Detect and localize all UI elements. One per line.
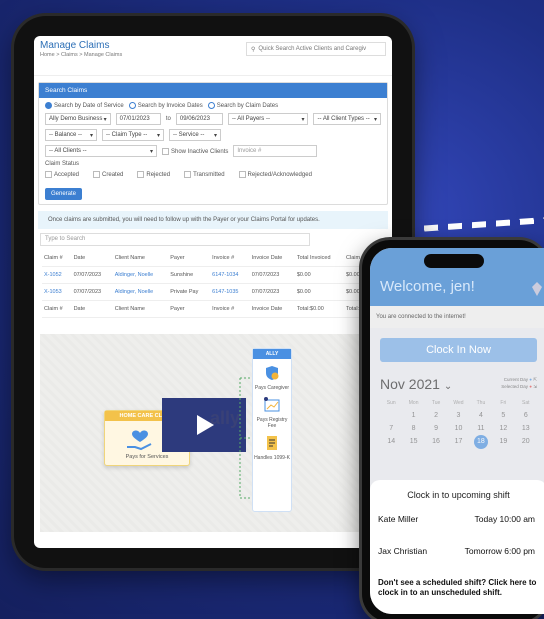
claim-status-label: Claim Status xyxy=(45,161,80,168)
chart-icon xyxy=(264,397,280,412)
video-player[interactable]: HOME CARE CLIENT Pays for Services ally … xyxy=(40,334,388,532)
calendar-day[interactable]: 14 xyxy=(380,438,402,449)
page-title: Manage Claims xyxy=(40,40,110,51)
calendar-day[interactable]: 10 xyxy=(447,425,469,432)
calendar: Nov 2021 ⌄ Current Day ● ⇱ Selected Day … xyxy=(370,372,544,453)
calendar-day[interactable] xyxy=(380,412,402,419)
generate-button[interactable]: Generate xyxy=(45,188,83,201)
calendar-day[interactable]: 8 xyxy=(402,425,424,432)
status-rejected[interactable]: Rejected xyxy=(137,171,170,178)
chevron-down-icon: ▾ xyxy=(373,116,377,123)
chevron-down-icon: ▾ xyxy=(149,148,153,155)
heart-hand-icon xyxy=(127,430,152,451)
upcoming-shift-sheet: Clock in to upcoming shift Kate Miller To… xyxy=(370,480,544,614)
shield-icon xyxy=(266,366,279,380)
balance-select[interactable]: -- Balance -- ▾ xyxy=(45,129,97,142)
calendar-day-selected[interactable]: 18 xyxy=(470,435,492,449)
table-footer-row: Claim # Date Client Name Payer Invoice # Inv… xyxy=(42,300,382,319)
status-transmitted[interactable]: Transmitted xyxy=(184,171,225,178)
ally-watermark: ally xyxy=(210,408,241,428)
chevron-down-icon: ▾ xyxy=(301,116,305,123)
calendar-day[interactable]: 20 xyxy=(515,438,537,449)
status-created[interactable]: Created xyxy=(93,171,123,178)
payers-select[interactable]: -- All Payers -- ▾ xyxy=(227,113,309,126)
unscheduled-shift-link[interactable]: Don't see a scheduled shift? Click here … xyxy=(378,578,539,599)
chevron-down-icon: ▾ xyxy=(89,132,93,139)
calendar-day[interactable]: 13 xyxy=(515,425,537,432)
app-logo-icon xyxy=(532,282,542,296)
calendar-day[interactable]: 5 xyxy=(492,412,514,419)
radio-invoice-dates[interactable]: Search by Invoice Dates xyxy=(128,102,203,109)
ally-item-caregiver: Pays Caregiver xyxy=(253,365,291,391)
clock-in-button[interactable]: Clock In Now xyxy=(380,338,537,362)
phone-screen: Welcome, jen! You are connected to the i… xyxy=(370,248,544,614)
search-icon: ⚲ xyxy=(251,46,256,53)
claim-type-select[interactable]: -- Claim Type -- ▾ xyxy=(102,129,164,142)
chevron-down-icon: ⌄ xyxy=(443,381,453,392)
radio-date-of-service[interactable]: Search by Date of Service xyxy=(45,102,124,109)
date-from-input[interactable]: 07/01/2023 xyxy=(115,113,161,126)
business-select[interactable]: Ally Demo Business ▾ xyxy=(45,113,111,126)
calendar-day[interactable]: 1 xyxy=(402,412,424,419)
calendar-day[interactable]: 6 xyxy=(515,412,537,419)
month-select[interactable]: Nov 2021 ⌄ xyxy=(380,376,452,392)
service-select[interactable]: -- Service -- ▾ xyxy=(169,129,221,142)
panel-title: Search Claims xyxy=(39,83,387,98)
chevron-down-icon: ▾ xyxy=(103,116,107,123)
search-claims-panel: Search Claims Search by Date of Service … xyxy=(38,82,388,206)
chevron-down-icon: ▾ xyxy=(213,132,217,139)
sheet-title: Clock in to upcoming shift xyxy=(407,490,510,500)
client-types-select[interactable]: -- All Client Types -- ▾ xyxy=(313,113,381,126)
phone-device: Welcome, jen! You are connected to the i… xyxy=(362,240,544,619)
notice-banner: Once claims are submitted, you will need… xyxy=(38,211,388,230)
ally-item-1099: Handles 1099-K xyxy=(253,435,291,461)
calendar-day[interactable]: 11 xyxy=(470,425,492,432)
calendar-day[interactable]: 7 xyxy=(380,425,402,432)
shift-item[interactable]: Kate Miller Today 10:00 am xyxy=(378,514,539,524)
app-header: Welcome, jen! xyxy=(370,248,544,306)
table-row[interactable]: X-1053 07/07/2023 Aldinger, Noelle Private … xyxy=(42,283,382,302)
breadcrumb[interactable]: Home > Claims > Manage Claims xyxy=(40,52,122,58)
ally-card: ALLY Pays Caregiver Pays Registry Fee Ha… xyxy=(252,348,292,512)
status-accepted[interactable]: Accepted xyxy=(45,171,79,178)
calendar-grid: Sun Mon Tue Wed Thu Fri Sat 123456 7 8 9 10 11 12 13… xyxy=(380,400,537,449)
chevron-down-icon: ▾ xyxy=(156,132,160,139)
calendar-day[interactable]: 9 xyxy=(425,425,447,432)
invoice-input[interactable]: Invoice # xyxy=(233,145,318,158)
document-icon xyxy=(267,436,277,450)
tablet-device: Manage Claims Home > Claims > Manage Cla… xyxy=(14,16,412,568)
calendar-day[interactable]: 12 xyxy=(492,425,514,432)
show-inactive-checkbox[interactable]: Show Inactive Clients xyxy=(162,147,228,155)
calendar-day[interactable]: 2 xyxy=(425,412,447,419)
calendar-legend: Current Day ● ⇱ Selected Day ● ⇲ xyxy=(501,377,537,389)
page-header: Manage Claims Home > Claims > Manage Cla… xyxy=(34,36,392,76)
connection-status: You are connected to the internet! xyxy=(370,306,544,328)
claims-table: Claim # Date Client Name Payer Invoice # Inv… xyxy=(42,250,382,319)
welcome-text: Welcome, jen! xyxy=(380,278,475,295)
calendar-day[interactable]: 16 xyxy=(425,438,447,449)
tablet-screen: Manage Claims Home > Claims > Manage Cla… xyxy=(34,36,392,548)
date-to-input[interactable]: 09/06/2023 xyxy=(175,113,223,126)
table-search-input[interactable]: Type to Search xyxy=(40,233,310,247)
table-header-row: Claim # Date Client Name Payer Invoice # Inv… xyxy=(42,250,382,268)
all-clients-select[interactable]: -- All Clients -- ▾ xyxy=(45,145,157,158)
calendar-day[interactable]: 19 xyxy=(492,438,514,449)
status-rejected-acknowledged[interactable]: Rejected/Acknowledged xyxy=(238,171,312,178)
calendar-day[interactable]: 3 xyxy=(447,412,469,419)
shift-item[interactable]: Jax Christian Tomorrow 6:00 pm xyxy=(378,546,539,556)
quick-search-input[interactable]: ⚲ Quick Search Active Clients and Caregi… xyxy=(246,42,386,56)
calendar-day[interactable]: 4 xyxy=(470,412,492,419)
calendar-day[interactable]: 17 xyxy=(447,438,469,449)
calendar-day[interactable]: 15 xyxy=(402,438,424,449)
radio-claim-dates[interactable]: Search by Claim Dates xyxy=(207,102,278,109)
phone-notch xyxy=(424,254,484,268)
table-row[interactable]: X-1052 07/07/2023 Aldinger, Noelle Sunshine… xyxy=(42,266,382,285)
ally-item-registry-fee: Pays Registry Fee xyxy=(253,397,291,429)
